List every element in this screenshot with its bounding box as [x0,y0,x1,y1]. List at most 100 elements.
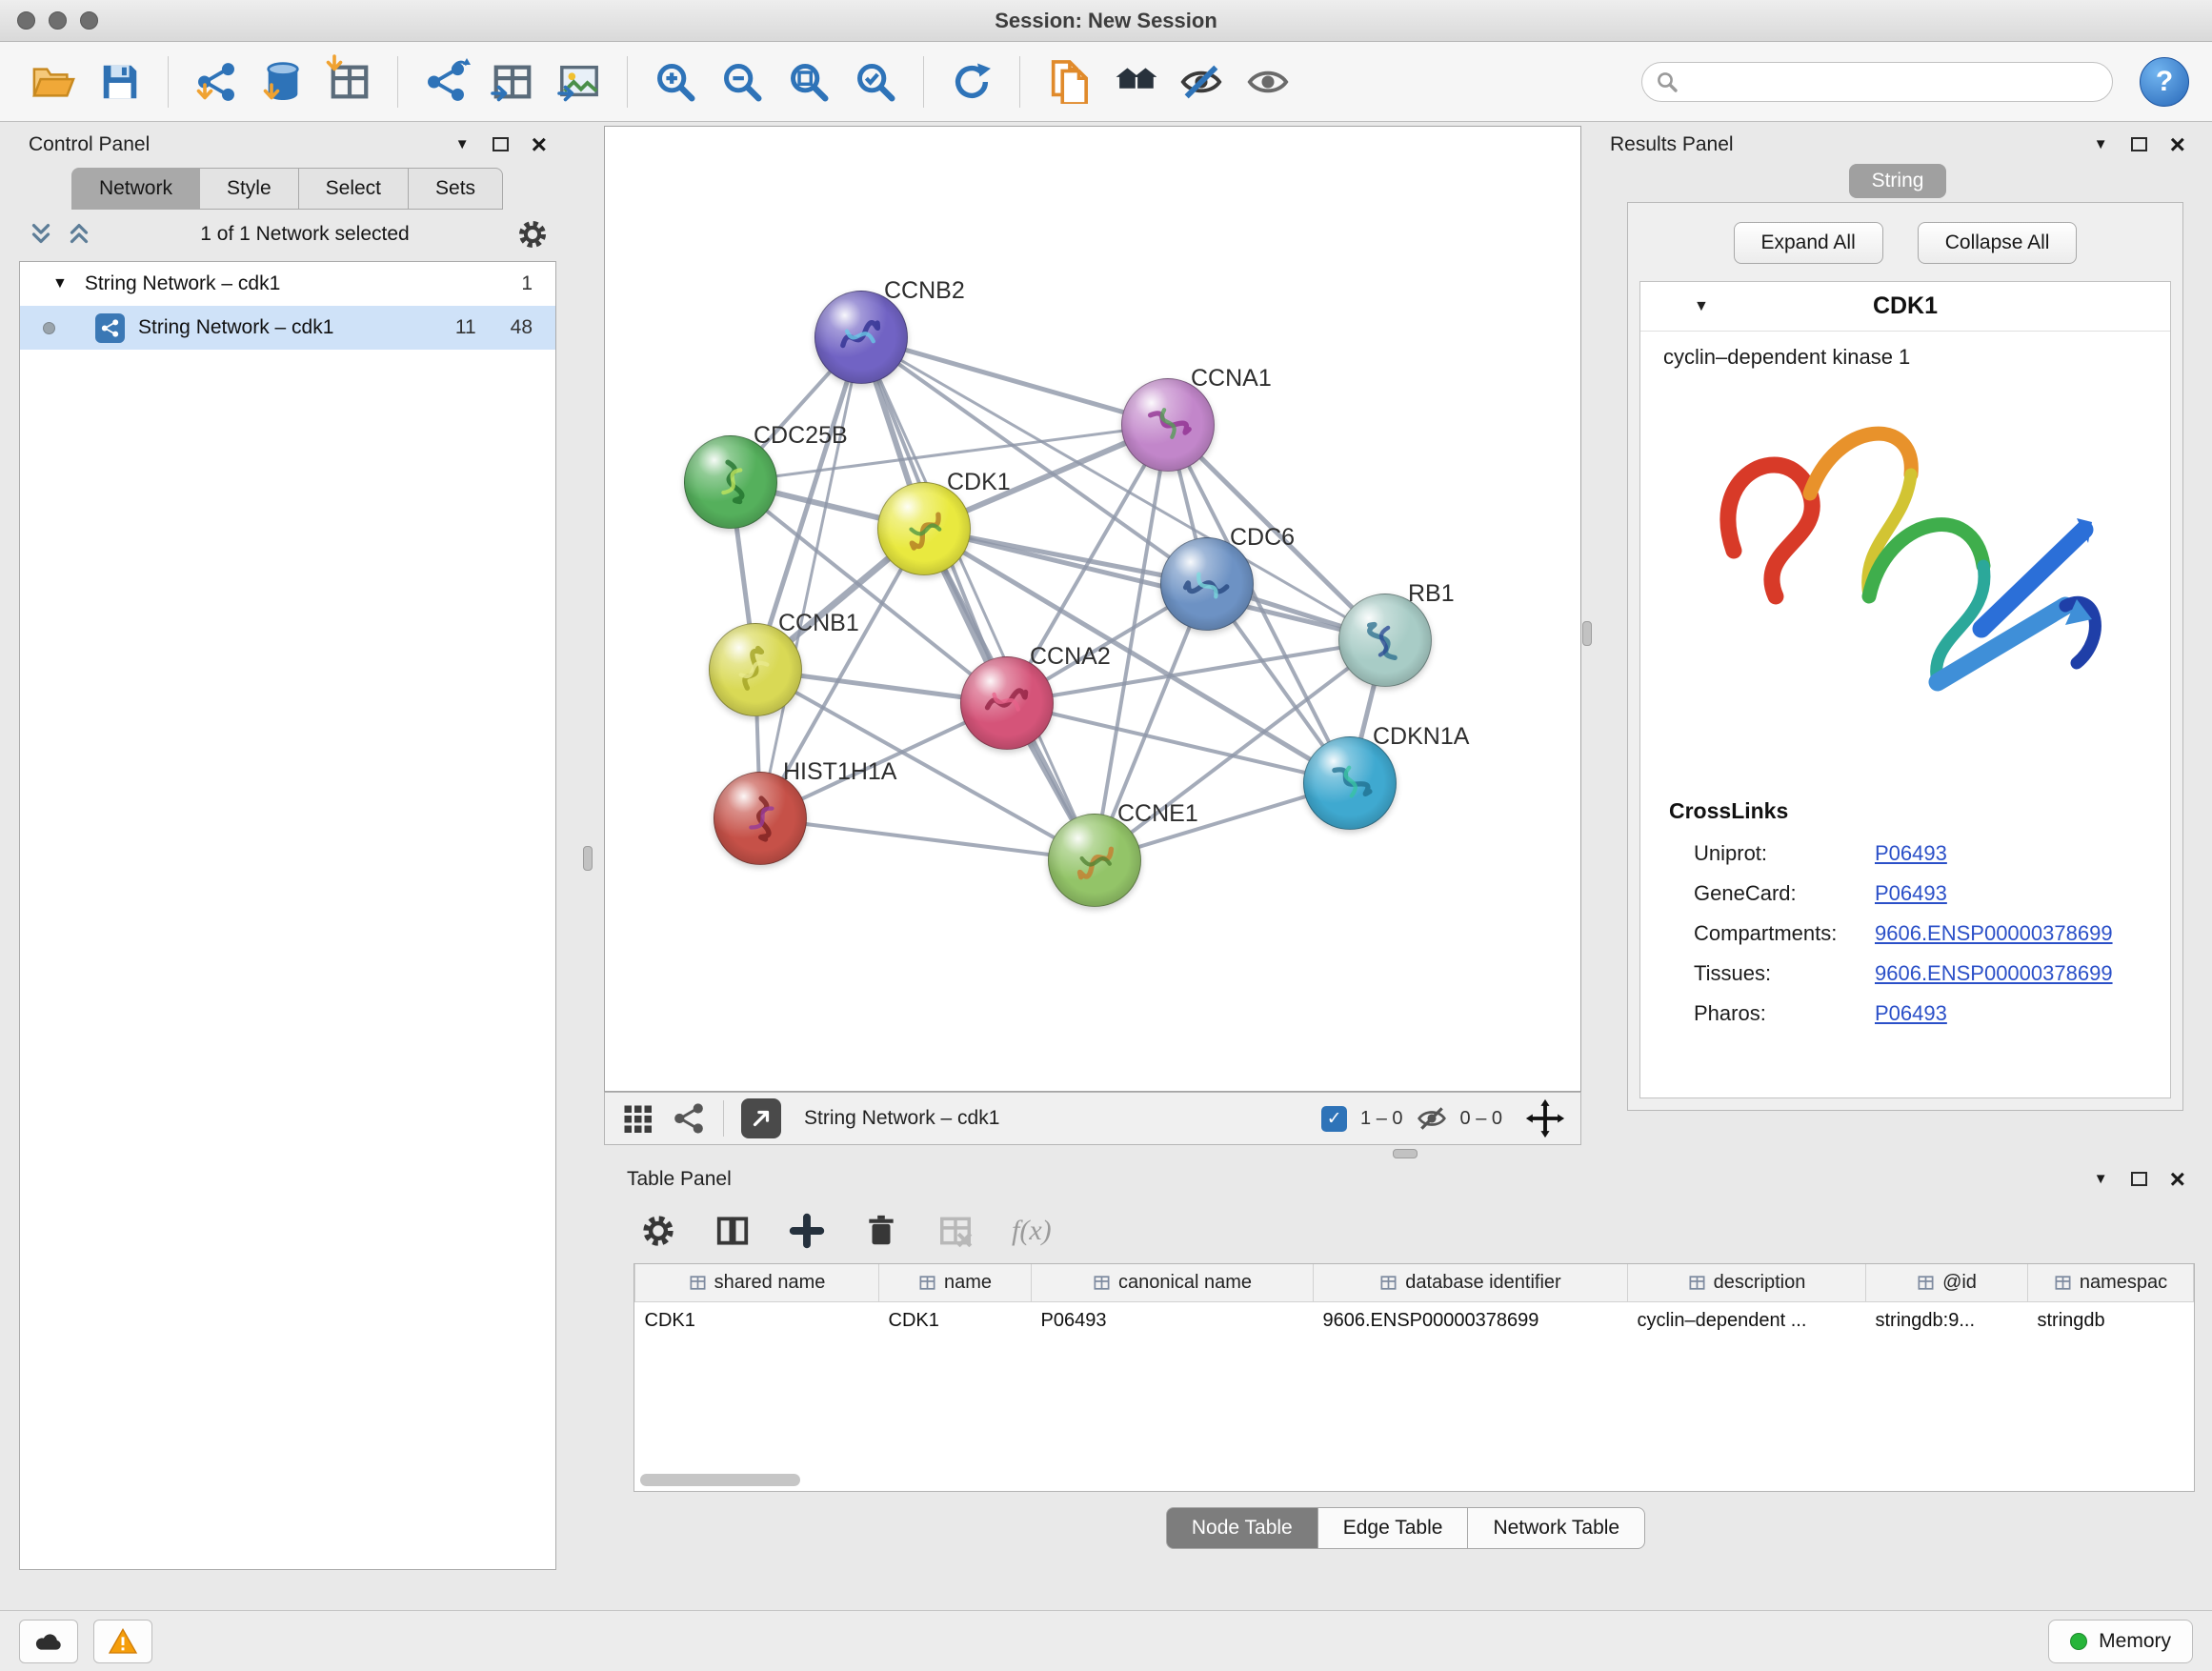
column-type-icon [2054,1274,2072,1292]
duplicate-network-button[interactable] [1037,51,1098,112]
import-table-button[interactable] [319,51,380,112]
float-panel-icon[interactable] [2131,137,2147,151]
table-cell[interactable]: stringdb [2028,1301,2194,1339]
horizontal-splitter-handle[interactable] [1393,1149,1418,1158]
tab-edge-table[interactable]: Edge Table [1317,1507,1469,1549]
table-cell[interactable]: CDK1 [879,1301,1032,1339]
table-cell[interactable]: CDK1 [635,1301,879,1339]
function-builder-button[interactable]: f(x) [1012,1215,1052,1247]
export-table-button[interactable] [482,51,543,112]
control-panel-tabs: Network Style Select Sets [11,168,564,210]
float-panel-icon[interactable] [493,137,509,151]
section-expand-icon[interactable]: ▼ [1694,298,1709,315]
save-session-button[interactable] [90,51,151,112]
tree-expand-icon[interactable]: ▼ [52,275,68,292]
table-column-header[interactable]: database identifier [1314,1264,1628,1301]
close-panel-icon[interactable]: × [2170,1169,2185,1190]
help-button[interactable]: ? [2140,57,2189,107]
apply-layout-button[interactable] [941,51,1002,112]
network-canvas[interactable]: CCNB2CCNA1CDC25BCDK1CDC6RB1CCNB1CCNA2CDK… [604,126,1581,1092]
import-network-database-button[interactable] [252,51,313,112]
tab-network-table[interactable]: Network Table [1467,1507,1645,1549]
table-cell[interactable]: 9606.ENSP00000378699 [1314,1301,1628,1339]
cloud-services-button[interactable] [19,1620,78,1663]
collapse-panel-icon[interactable]: ▼ [2094,137,2108,151]
tab-sets[interactable]: Sets [408,168,503,210]
toolbar-separator [168,56,169,108]
tab-select[interactable]: Select [298,168,409,210]
collapse-all-networks-icon[interactable] [65,220,93,249]
table-column-header[interactable]: description [1628,1264,1866,1301]
right-splitter-handle[interactable] [1582,621,1592,646]
close-panel-icon[interactable]: × [2170,134,2185,155]
tab-string[interactable]: String [1849,164,1947,198]
network-collection-row[interactable]: ▼ String Network – cdk1 1 [20,262,555,306]
move-tool-icon[interactable] [1525,1098,1565,1138]
delete-table-button[interactable] [937,1213,974,1249]
table-column-header[interactable]: namespac [2028,1264,2194,1301]
warnings-button[interactable] [93,1620,152,1663]
float-panel-icon[interactable] [2131,1172,2147,1186]
crosslink-link[interactable]: P06493 [1875,841,1947,866]
column-type-icon [1917,1274,1935,1292]
memory-button[interactable]: Memory [2048,1620,2193,1663]
crosslink-link[interactable]: 9606.ENSP00000378699 [1875,961,2113,986]
collection-count: 1 [521,272,533,295]
zoom-selected-button[interactable] [845,51,906,112]
search-input[interactable] [1688,70,2099,92]
crosslink-link[interactable]: P06493 [1875,881,1947,906]
gene-section-header[interactable]: ▼ CDK1 [1640,282,2170,332]
tab-style[interactable]: Style [199,168,299,210]
zoom-window-button[interactable] [80,11,98,30]
create-column-button[interactable] [789,1213,825,1249]
crosslink-link[interactable]: 9606.ENSP00000378699 [1875,921,2113,946]
collapse-panel-icon[interactable]: ▼ [455,137,470,151]
minimize-window-button[interactable] [49,11,67,30]
table-cell[interactable]: cyclin–dependent ... [1628,1301,1866,1339]
expand-all-button[interactable]: Expand All [1734,222,1883,264]
table-cell[interactable]: P06493 [1032,1301,1314,1339]
new-network-button[interactable] [415,51,476,112]
string-home-button[interactable] [1104,51,1165,112]
network-options-gear-icon[interactable] [516,218,549,251]
network-node-label: RB1 [1408,580,1455,608]
table-column-header[interactable]: name [879,1264,1032,1301]
close-panel-icon[interactable]: × [532,134,547,155]
table-row[interactable]: CDK1 CDK1 P06493 9606.ENSP00000378699 cy… [635,1301,2194,1339]
table-column-header[interactable]: @id [1866,1264,2028,1301]
open-session-button[interactable] [23,51,84,112]
table-column-header[interactable]: canonical name [1032,1264,1314,1301]
show-all-button[interactable] [1237,51,1298,112]
results-tabs: String [1593,164,2202,198]
table-cell[interactable]: stringdb:9... [1866,1301,2028,1339]
crosslink-row: GeneCard: P06493 [1640,874,2170,914]
open-folder-icon [31,60,75,104]
crosslink-link[interactable]: P06493 [1875,1001,1947,1026]
import-network-file-button[interactable] [186,51,247,112]
zoom-fit-button[interactable] [778,51,839,112]
birdseye-toggle-button[interactable] [741,1098,781,1138]
network-overview-icon[interactable] [672,1101,706,1136]
tab-node-table[interactable]: Node Table [1166,1507,1318,1549]
grid-view-icon[interactable] [620,1101,654,1136]
save-icon [98,60,142,104]
network-view-toolbar: String Network – cdk1 ✓ 1 – 0 0 – 0 [604,1092,1581,1145]
tab-network[interactable]: Network [71,168,200,210]
delete-column-button[interactable] [863,1213,899,1249]
node-table: shared name name canonical name database… [633,1263,2195,1492]
expand-all-networks-icon[interactable] [27,220,55,249]
table-column-header[interactable]: shared name [635,1264,879,1301]
collapse-all-button[interactable]: Collapse All [1918,222,2078,264]
show-columns-button[interactable] [714,1213,751,1249]
collapse-panel-icon[interactable]: ▼ [2094,1172,2108,1186]
table-options-button[interactable] [640,1213,676,1249]
zoom-out-button[interactable] [712,51,773,112]
left-splitter-handle[interactable] [583,846,593,871]
close-window-button[interactable] [17,11,35,30]
hide-selected-button[interactable] [1171,51,1232,112]
horizontal-scrollbar[interactable] [640,1474,800,1486]
control-panel-title: Control Panel [29,133,150,156]
zoom-in-button[interactable] [645,51,706,112]
network-row-selected[interactable]: String Network – cdk1 11 48 [20,306,555,350]
export-image-button[interactable] [549,51,610,112]
